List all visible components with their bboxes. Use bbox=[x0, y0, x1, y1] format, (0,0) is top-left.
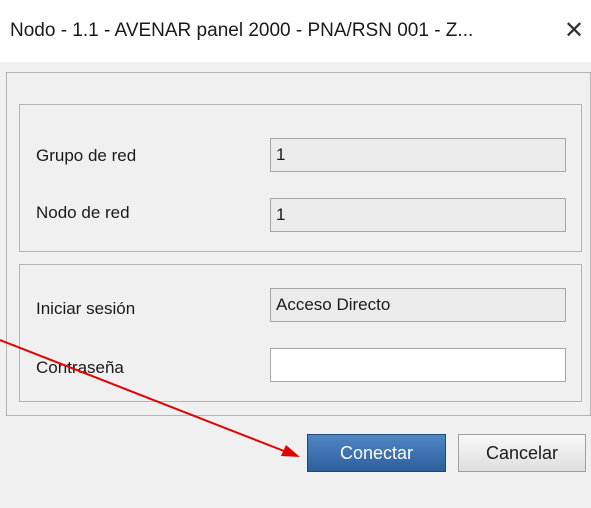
login-user-label: Iniciar sesión bbox=[36, 299, 136, 318]
close-icon[interactable]: ✕ bbox=[560, 14, 588, 46]
network-group-label: Grupo de red bbox=[36, 146, 137, 165]
network-group-field: 1 bbox=[270, 138, 566, 172]
network-node-label: Nodo de red bbox=[36, 203, 130, 222]
login-user-field: Acceso Directo bbox=[270, 288, 566, 322]
cancel-button[interactable]: Cancelar bbox=[458, 434, 586, 472]
password-label: Contraseña bbox=[36, 358, 124, 377]
password-field[interactable] bbox=[270, 348, 566, 382]
connect-button[interactable]: Conectar bbox=[307, 434, 446, 472]
dialog-body: Grupo de red 1 Nodo de red 1 Iniciar ses… bbox=[0, 62, 591, 508]
title-bar: Nodo - 1.1 - AVENAR panel 2000 - PNA/RSN… bbox=[0, 0, 591, 62]
window-title: Nodo - 1.1 - AVENAR panel 2000 - PNA/RSN… bbox=[10, 20, 474, 41]
network-node-field: 1 bbox=[270, 198, 566, 232]
